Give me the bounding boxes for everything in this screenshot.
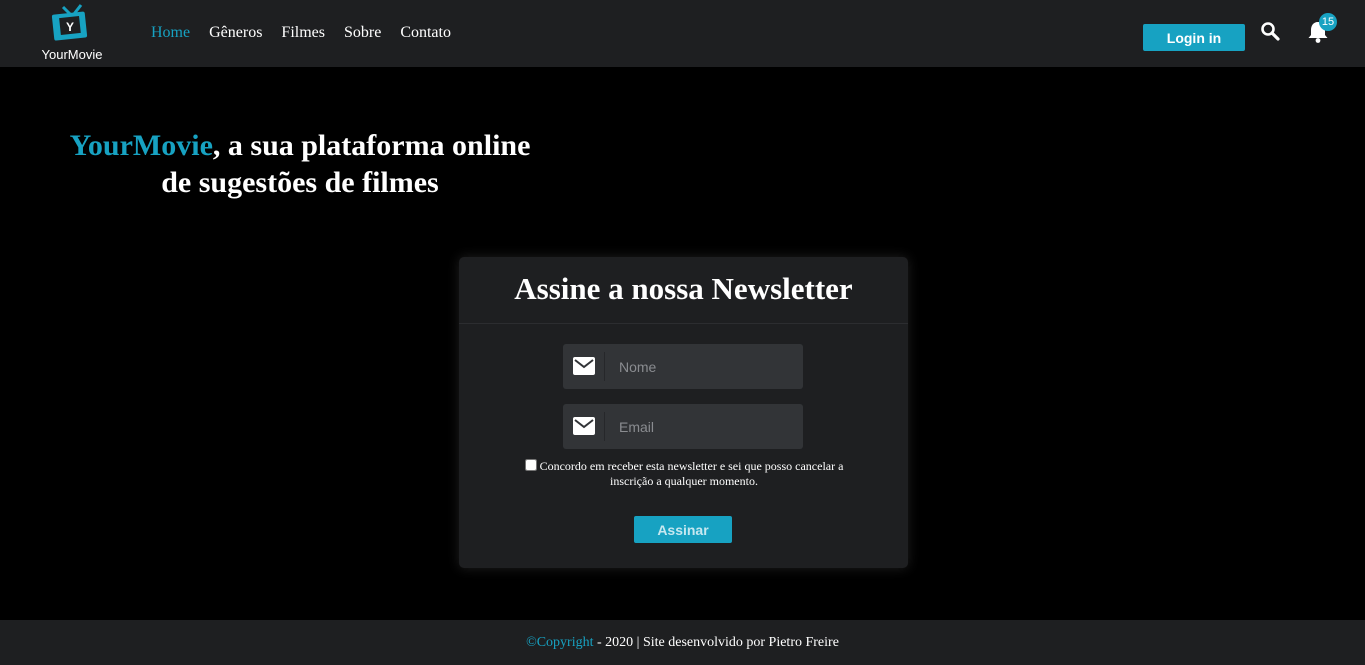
notification-badge: 15 xyxy=(1319,13,1337,31)
login-button[interactable]: Login in xyxy=(1143,24,1245,51)
main-nav: Home Gêneros Filmes Sobre Contato xyxy=(151,24,470,42)
newsletter-title: Assine a nossa Newsletter xyxy=(514,271,853,306)
hero-brand: YourMovie xyxy=(69,129,213,162)
newsletter-card: Assine a nossa Newsletter Concordo em re… xyxy=(459,257,908,568)
hero-line-1: YourMovie, a sua plataforma online xyxy=(40,127,560,164)
nav-sobre[interactable]: Sobre xyxy=(344,24,381,42)
name-input[interactable] xyxy=(611,344,805,389)
footer-text: - 2020 | Site desenvolvido por Pietro Fr… xyxy=(593,635,839,650)
svg-text:Y: Y xyxy=(66,20,74,34)
tv-logo-icon: Y xyxy=(51,4,88,41)
field-separator xyxy=(604,412,605,441)
mail-icon xyxy=(573,357,595,375)
subscribe-button[interactable]: Assinar xyxy=(634,516,732,543)
search-icon[interactable] xyxy=(1260,21,1280,41)
hero-line-1-text: , a sua plataforma online xyxy=(212,129,531,162)
hero-headline: YourMovie, a sua plataforma online de su… xyxy=(40,127,560,201)
email-input[interactable] xyxy=(611,404,805,449)
footer-copyright: ©Copyright xyxy=(526,635,594,650)
nav-generos[interactable]: Gêneros xyxy=(209,24,262,42)
nav-contato[interactable]: Contato xyxy=(400,24,451,42)
brand-name: YourMovie xyxy=(41,47,103,62)
brand-logo[interactable]: Y YourMovie xyxy=(40,4,104,62)
consent-row: Concordo em receber esta newsletter e se… xyxy=(519,459,849,489)
nav-home[interactable]: Home xyxy=(151,24,190,42)
email-field xyxy=(563,404,805,449)
divider xyxy=(459,323,908,324)
mail-icon xyxy=(573,417,595,435)
footer: ©Copyright - 2020 | Site desenvolvido po… xyxy=(0,620,1365,665)
top-navbar: Y YourMovie Home Gêneros Filmes Sobre Co… xyxy=(0,0,1365,67)
nav-filmes[interactable]: Filmes xyxy=(281,24,325,42)
consent-text: Concordo em receber esta newsletter e se… xyxy=(539,459,844,488)
field-separator xyxy=(604,352,605,381)
hero-line-2: de sugestões de filmes xyxy=(161,166,439,199)
consent-checkbox[interactable] xyxy=(524,459,537,471)
name-field xyxy=(563,344,805,389)
